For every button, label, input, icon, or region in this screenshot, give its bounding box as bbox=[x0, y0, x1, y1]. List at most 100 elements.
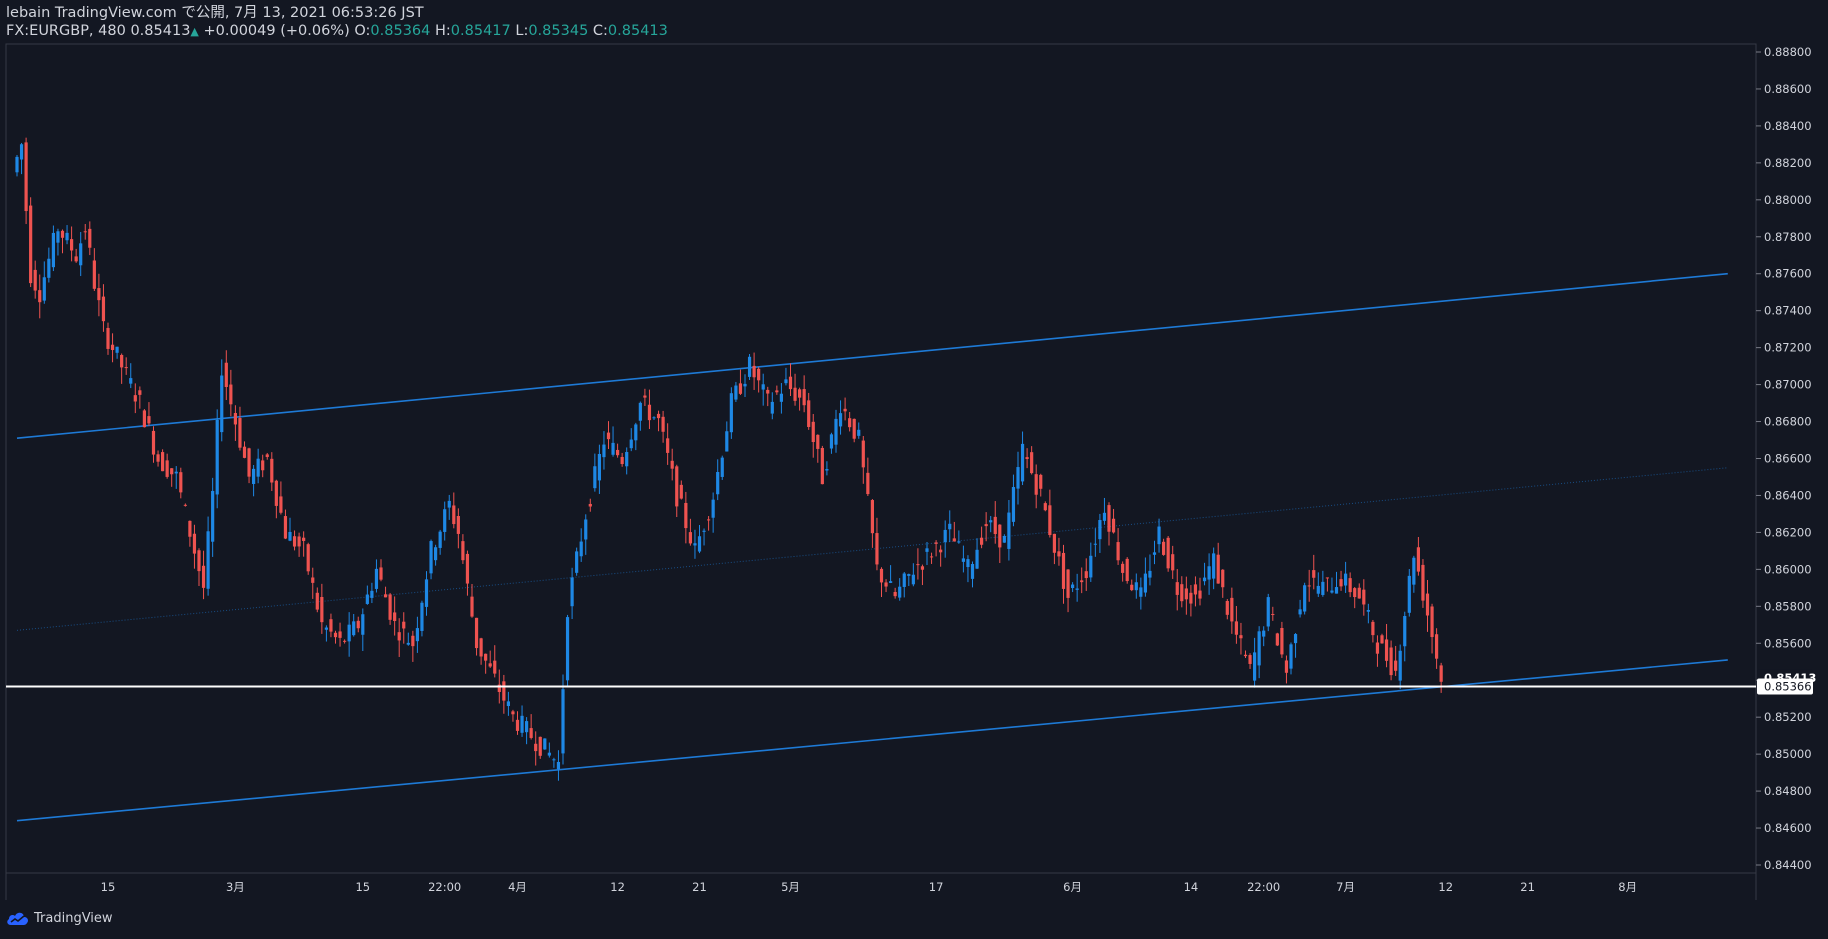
candle-body bbox=[593, 466, 597, 489]
candle-body bbox=[133, 395, 137, 402]
candle-body bbox=[525, 721, 529, 733]
candle-body bbox=[1362, 589, 1366, 605]
candle-body bbox=[565, 617, 570, 681]
candle-body bbox=[579, 541, 583, 557]
candle-body bbox=[1098, 520, 1102, 540]
candle-body bbox=[720, 457, 724, 477]
candle-body bbox=[825, 469, 829, 471]
candle-body bbox=[1280, 627, 1284, 655]
candle-body bbox=[165, 460, 169, 477]
candle-body bbox=[97, 288, 101, 301]
chart-pane-border bbox=[5, 43, 1757, 900]
candle-body bbox=[520, 715, 524, 733]
candle-body bbox=[1057, 551, 1061, 557]
price-tick-label: 0.88200 bbox=[1764, 156, 1812, 170]
time-tick-label: 14 bbox=[1184, 880, 1199, 894]
candle-body bbox=[1412, 557, 1416, 585]
price-axis[interactable]: 0.88800 0.88600 0.88400 0.88200 0.88000 0.878… bbox=[1756, 45, 1816, 872]
candle-body bbox=[1330, 590, 1334, 593]
price-chart[interactable]: 0.88800 0.88600 0.88400 0.88200 0.88000 0.878… bbox=[0, 0, 1828, 900]
candle-body bbox=[411, 635, 415, 647]
trendline-middle-channel[interactable] bbox=[16, 467, 1728, 631]
candle-body bbox=[47, 258, 51, 278]
trendline-upper-channel[interactable] bbox=[16, 272, 1728, 439]
price-tick-label: 0.85000 bbox=[1764, 747, 1812, 761]
candle-body bbox=[1034, 474, 1038, 495]
candle-body bbox=[1152, 552, 1157, 555]
candle-body bbox=[511, 711, 515, 715]
tradingview-brand[interactable]: TradingView bbox=[34, 911, 113, 926]
time-tick-label: 21 bbox=[1520, 880, 1535, 894]
candle-body bbox=[402, 621, 406, 629]
candle-body bbox=[811, 421, 815, 443]
candle-body bbox=[1166, 537, 1170, 569]
candle-body bbox=[79, 243, 83, 266]
candle-body bbox=[484, 653, 488, 661]
candle-body bbox=[1253, 652, 1257, 681]
candle-body bbox=[1271, 614, 1275, 616]
candle-body bbox=[697, 536, 702, 552]
trendline-lower-channel[interactable] bbox=[16, 659, 1728, 822]
candle-body bbox=[233, 413, 237, 425]
candle-body bbox=[1266, 597, 1270, 627]
candle-body bbox=[1189, 592, 1193, 604]
candle-body bbox=[929, 556, 934, 558]
candle-body bbox=[625, 452, 629, 467]
candle-body bbox=[238, 418, 242, 448]
candle-body bbox=[1125, 558, 1129, 582]
candle-body bbox=[802, 389, 806, 406]
candle-body bbox=[670, 460, 674, 469]
candle-body bbox=[424, 579, 429, 607]
candle-body bbox=[1307, 585, 1311, 587]
candle-body bbox=[51, 232, 55, 268]
candle-body bbox=[1020, 443, 1025, 482]
candle-body bbox=[884, 582, 888, 587]
candle-body bbox=[616, 449, 620, 456]
candle-body bbox=[1366, 610, 1370, 612]
candle-body bbox=[1225, 600, 1229, 615]
candle-body bbox=[570, 577, 574, 607]
candle-body bbox=[33, 269, 37, 291]
candle-body bbox=[297, 536, 301, 547]
time-tick-label: 3月 bbox=[226, 880, 245, 894]
candle-body bbox=[934, 542, 938, 544]
time-tick-label: 12 bbox=[610, 880, 625, 894]
candle-body bbox=[379, 567, 383, 580]
candles bbox=[15, 137, 1443, 781]
candle-body bbox=[1175, 582, 1179, 595]
candle-body bbox=[857, 429, 861, 436]
candle-body bbox=[725, 431, 729, 452]
candle-body bbox=[142, 410, 146, 428]
candle-body bbox=[493, 660, 497, 674]
candle-body bbox=[1202, 577, 1207, 582]
candle-body bbox=[638, 402, 642, 421]
candle-body bbox=[206, 531, 210, 589]
time-tick-label: 15 bbox=[101, 880, 116, 894]
time-tick-label: 7月 bbox=[1336, 880, 1355, 894]
candle-body bbox=[1353, 588, 1357, 598]
candle-body bbox=[597, 453, 601, 481]
candle-body bbox=[1321, 581, 1325, 595]
candle-body bbox=[898, 586, 902, 598]
candle-body bbox=[261, 460, 265, 471]
candle-body bbox=[534, 743, 538, 752]
candle-body bbox=[1071, 584, 1075, 589]
candle-body bbox=[647, 404, 652, 421]
candle-body bbox=[393, 612, 397, 622]
time-axis[interactable]: 15 3月 15 22:00 4月 12 21 5月 17 6月 14 22:00 7月 12 21 8月 bbox=[101, 880, 1637, 894]
candle-body bbox=[1303, 585, 1307, 612]
candle-body bbox=[1030, 452, 1034, 474]
tradingview-cloud-icon[interactable] bbox=[6, 910, 30, 926]
candle-body bbox=[875, 533, 879, 565]
candle-body bbox=[879, 568, 884, 583]
candle-body bbox=[1257, 631, 1261, 666]
candle-body bbox=[1084, 571, 1088, 579]
candle-body bbox=[124, 367, 128, 369]
candle-body bbox=[538, 736, 542, 756]
candle-body bbox=[766, 389, 770, 394]
candle-body bbox=[447, 500, 451, 508]
candle-body bbox=[383, 594, 388, 598]
candle-body bbox=[1011, 487, 1016, 522]
candle-body bbox=[634, 424, 638, 441]
price-tick-label: 0.86400 bbox=[1764, 488, 1812, 502]
